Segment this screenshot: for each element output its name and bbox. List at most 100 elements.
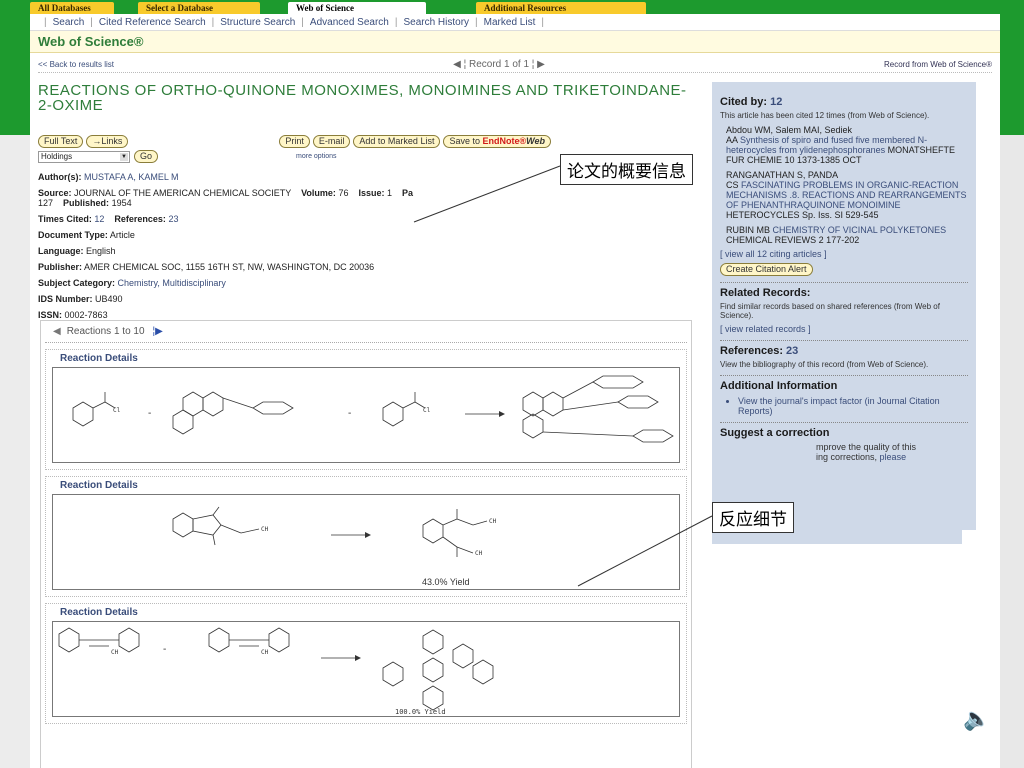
citing-article: RANGANATHAN S, PANDA CS FASCINATING PROB… xyxy=(726,170,967,220)
svg-text:CH: CH xyxy=(111,649,119,656)
more-options-link[interactable]: more options xyxy=(296,153,336,160)
print-button[interactable]: Print xyxy=(279,135,310,148)
article-main: REACTIONS OF ORTHO-QUINONE MONOXIMES, MO… xyxy=(38,80,698,323)
reaction-details-link[interactable]: Reaction Details xyxy=(60,607,680,618)
times-cited-link[interactable]: 12 xyxy=(94,214,104,224)
view-related-records-link[interactable]: view related records xyxy=(725,324,806,334)
reaction-structure-drawing: Cl Cl - - xyxy=(52,367,680,463)
language-row: Language: English xyxy=(38,246,116,256)
svg-text:-: - xyxy=(348,408,351,419)
nav-marked-list[interactable]: Marked List xyxy=(484,17,536,28)
source-row: Source: JOURNAL OF THE AMERICAN CHEMICAL… xyxy=(38,188,414,208)
reaction-structure-drawing: - CH CH 100.0% Yield xyxy=(52,621,680,717)
tab-web-of-science[interactable]: Web of Science xyxy=(288,2,426,14)
citing-article: Abdou WM, Salem MAI, Sediek AA Synthesis… xyxy=(726,125,955,165)
nav-structure-search[interactable]: Structure Search xyxy=(220,17,295,28)
yield-label: 100.0% Yield xyxy=(395,708,446,716)
reaction-item: Reaction Details CH CH CH 43.0% Yield xyxy=(45,476,687,597)
next-arrow-icon[interactable]: ¦▶ xyxy=(153,326,163,337)
page-frame: All Databases Select a Database Web of S… xyxy=(30,0,1000,768)
publisher-row: Publisher: AMER CHEMICAL SOC, 1155 16TH … xyxy=(38,262,375,272)
tab-additional-resources[interactable]: Additional Resources xyxy=(476,2,646,14)
nav-search[interactable]: Search xyxy=(53,17,85,28)
suggest-correction-text: mprove the quality of this ing correction… xyxy=(816,442,917,462)
tab-all-databases[interactable]: All Databases xyxy=(30,2,114,14)
svg-text:CH: CH xyxy=(489,518,497,525)
reaction-structure-drawing: CH CH CH 43.0% Yield xyxy=(52,494,680,590)
citing-article: RUBIN MB CHEMISTRY OF VICINAL POLYKETONE… xyxy=(726,225,947,245)
nav-cited-reference-search[interactable]: Cited Reference Search xyxy=(99,17,206,28)
reaction-scheme-1: Cl Cl - - xyxy=(72,375,674,443)
reaction-scheme-2: CH CH CH 43.0% Yield xyxy=(172,506,497,587)
doctype-row: Document Type: Article xyxy=(38,230,135,240)
svg-text:-: - xyxy=(163,644,166,655)
speaker-icon[interactable]: 🔈 xyxy=(963,706,990,732)
nav-search-history[interactable]: Search History xyxy=(403,17,469,28)
svg-text:CH: CH xyxy=(475,550,483,557)
add-to-marked-list-button[interactable]: Add to Marked List xyxy=(353,135,441,148)
citing-article-link[interactable]: CHEMISTRY OF VICINAL POLYKETONES xyxy=(773,225,947,235)
svg-text:CH: CH xyxy=(261,649,269,656)
svg-text:Cl: Cl xyxy=(423,407,431,414)
view-all-citing-row: [ view all 12 citing articles ] xyxy=(720,249,827,259)
svg-text:Cl: Cl xyxy=(113,407,121,414)
related-records-note: Find similar records based on shared ref… xyxy=(720,302,940,320)
additional-info-heading: Additional Information xyxy=(720,380,838,392)
reaction-details-link[interactable]: Reaction Details xyxy=(60,353,680,364)
holdings-select[interactable]: Holdings ▼ xyxy=(38,150,130,163)
references-note: View the bibliography of this record (fr… xyxy=(720,360,929,369)
nav-advanced-search[interactable]: Advanced Search xyxy=(310,17,389,28)
details-callout: 反应细节 xyxy=(712,502,794,533)
reaction-item: Reaction Details xyxy=(45,603,687,724)
back-to-results-link[interactable]: << Back to results list xyxy=(38,60,114,69)
impact-factor-link[interactable]: View the journal's impact factor (in Jou… xyxy=(738,396,968,416)
view-all-citing-link[interactable]: view all 12 citing articles xyxy=(725,249,822,259)
record-source: Record from Web of Science® xyxy=(883,60,992,69)
full-text-button[interactable]: Full Text xyxy=(38,135,84,148)
tab-select-database[interactable]: Select a Database xyxy=(138,2,260,14)
suggest-correction-link[interactable]: please xyxy=(880,452,907,462)
yield-label: 43.0% Yield xyxy=(422,577,470,587)
reaction-scheme-3: - CH CH 100.0% Yield xyxy=(58,627,494,716)
ids-row: IDS Number: UB490 xyxy=(38,294,123,304)
action-buttons: Full Text →Links Print E-mail Add to Mar… xyxy=(38,135,698,148)
cited-by-note: This article has been cited 12 times (fr… xyxy=(720,111,930,120)
record-count: Record 1 of 1 xyxy=(468,59,530,70)
svg-text:-: - xyxy=(148,408,151,419)
related-records-heading: Related Records: xyxy=(720,287,811,299)
references-count-link[interactable]: 23 xyxy=(786,345,798,357)
chevron-down-icon: ▼ xyxy=(120,152,128,161)
create-citation-alert-button[interactable]: Create Citation Alert xyxy=(720,263,813,276)
sidebar: Cited by: 12 This article has been cited… xyxy=(712,82,976,544)
subject-link[interactable]: Chemistry, Multidisciplinary xyxy=(118,278,226,288)
links-button[interactable]: →Links xyxy=(86,135,129,148)
authors-link[interactable]: MUSTAFA A, KAMEL M xyxy=(84,172,179,182)
times-cited-row: Times Cited: 12 References: 23 xyxy=(38,214,179,224)
related-records-row: [ view related records ] xyxy=(720,324,811,334)
prev-arrow-icon[interactable]: ◀ xyxy=(53,326,61,337)
cited-by-count-link[interactable]: 12 xyxy=(770,96,782,108)
reactions-range: Reactions 1 to 10 xyxy=(66,326,145,337)
record-pager: ◀ ¦ Record 1 of 1 ¦ ▶ xyxy=(453,59,545,70)
citing-article-link[interactable]: FASCINATING PROBLEMS IN ORGANIC-REACTION… xyxy=(726,180,967,210)
article-metadata: Author(s): MUSTAFA A, KAMEL M Source: JO… xyxy=(38,169,698,323)
right-green-border xyxy=(1000,0,1024,768)
reaction-item: Reaction Details xyxy=(45,349,687,470)
wos-title: Web of Science® xyxy=(38,34,144,49)
email-button[interactable]: E-mail xyxy=(312,135,351,148)
article-title: REACTIONS OF ORTHO-QUINONE MONOXIMES, MO… xyxy=(38,82,687,114)
wos-title-bar: Web of Science® xyxy=(30,31,1000,53)
reactions-pager: ◀ Reactions 1 to 10 ¦▶ xyxy=(45,321,687,343)
go-button[interactable]: Go xyxy=(134,150,159,163)
references-heading: References: 23 xyxy=(720,345,799,357)
reactions-panel: ◀ Reactions 1 to 10 ¦▶ Reaction Details xyxy=(40,320,692,768)
record-bar: << Back to results list ◀ ¦ Record 1 of … xyxy=(38,57,992,73)
references-link[interactable]: 23 xyxy=(168,214,178,224)
top-tabs: All Databases Select a Database Web of S… xyxy=(30,0,1000,14)
left-green-border xyxy=(0,0,30,768)
suggest-correction-heading: Suggest a correction xyxy=(720,427,830,439)
reaction-details-link[interactable]: Reaction Details xyxy=(60,480,680,491)
save-to-endnote-button[interactable]: Save to EndNote®Web xyxy=(443,135,551,148)
sub-navigation: | Search | Cited Reference Search | Struct… xyxy=(30,14,1000,31)
summary-callout: 论文的概要信息 xyxy=(560,154,693,185)
